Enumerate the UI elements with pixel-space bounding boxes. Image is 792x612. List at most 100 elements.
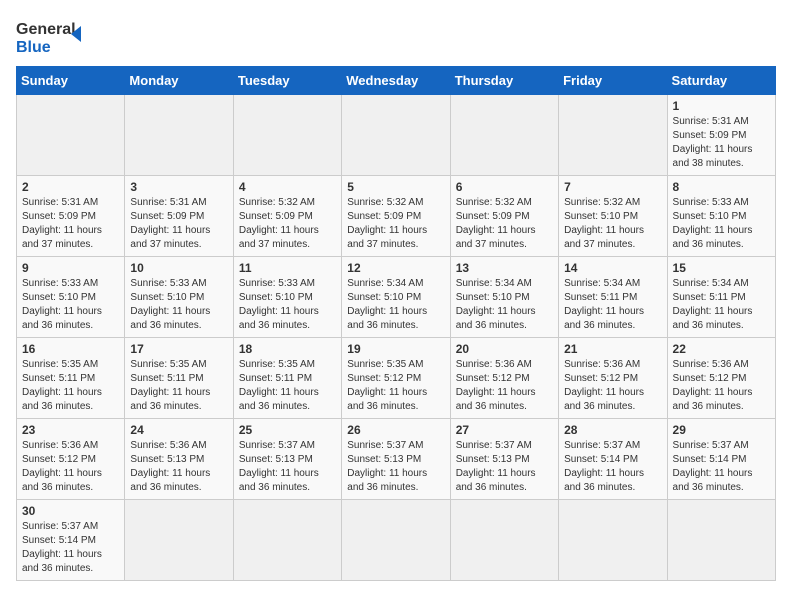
- calendar-table: SundayMondayTuesdayWednesdayThursdayFrid…: [16, 66, 776, 581]
- calendar-day-23: 23 Sunrise: 5:36 AM Sunset: 5:12 PM Dayli…: [17, 419, 125, 500]
- day-number: 4: [239, 180, 336, 194]
- weekday-header-row: SundayMondayTuesdayWednesdayThursdayFrid…: [17, 67, 776, 95]
- weekday-header-tuesday: Tuesday: [233, 67, 341, 95]
- calendar-day-5: 5Sunrise: 5:32 AM Sunset: 5:09 PM Daylig…: [342, 176, 450, 257]
- calendar-week-row: 9 Sunrise: 5:33 AM Sunset: 5:10 PM Daylig…: [17, 257, 776, 338]
- calendar-day-empty: [342, 95, 450, 176]
- day-number: 24: [130, 423, 227, 437]
- calendar-day-29: 29 Sunrise: 5:37 AM Sunset: 5:14 PM Dayli…: [667, 419, 775, 500]
- day-number: 12: [347, 261, 444, 275]
- calendar-day-empty: [125, 500, 233, 581]
- calendar-day-6: 6 Sunrise: 5:32 AM Sunset: 5:09 PM Daylig…: [450, 176, 558, 257]
- weekday-header-friday: Friday: [559, 67, 667, 95]
- calendar-day-26: 26 Sunrise: 5:37 AM Sunset: 5:13 PM Dayli…: [342, 419, 450, 500]
- day-number: 9: [22, 261, 119, 275]
- day-number: 7: [564, 180, 661, 194]
- calendar-day-21: 21Sunrise: 5:36 AM Sunset: 5:12 PM Dayli…: [559, 338, 667, 419]
- calendar-day-empty: [667, 500, 775, 581]
- day-info: Sunrise: 5:34 AM Sunset: 5:11 PM Dayligh…: [564, 277, 661, 333]
- day-info: Sunrise: 5:35 AM Sunset: 5:11 PM Dayligh…: [22, 358, 119, 414]
- calendar-day-3: 3Sunrise: 5:31 AM Sunset: 5:09 PM Daylig…: [125, 176, 233, 257]
- calendar-week-row: 23 Sunrise: 5:36 AM Sunset: 5:12 PM Dayli…: [17, 419, 776, 500]
- day-info: Sunrise: 5:35 AM Sunset: 5:11 PM Dayligh…: [239, 358, 336, 414]
- day-info: Sunrise: 5:35 AM Sunset: 5:11 PM Dayligh…: [130, 358, 227, 414]
- calendar-week-row: 30 Sunrise: 5:37 AM Sunset: 5:14 PM Dayli…: [17, 500, 776, 581]
- calendar-day-11: 11Sunrise: 5:33 AM Sunset: 5:10 PM Dayli…: [233, 257, 341, 338]
- calendar-day-30: 30 Sunrise: 5:37 AM Sunset: 5:14 PM Dayli…: [17, 500, 125, 581]
- day-number: 10: [130, 261, 227, 275]
- calendar-day-14: 14Sunrise: 5:34 AM Sunset: 5:11 PM Dayli…: [559, 257, 667, 338]
- calendar-day-25: 25 Sunrise: 5:37 AM Sunset: 5:13 PM Dayli…: [233, 419, 341, 500]
- day-info: Sunrise: 5:31 AM Sunset: 5:09 PM Dayligh…: [22, 196, 119, 252]
- day-number: 6: [456, 180, 553, 194]
- day-info: Sunrise: 5:37 AM Sunset: 5:13 PM Dayligh…: [456, 439, 553, 495]
- calendar-day-7: 7 Sunrise: 5:32 AM Sunset: 5:10 PM Daylig…: [559, 176, 667, 257]
- day-info: Sunrise: 5:32 AM Sunset: 5:10 PM Dayligh…: [564, 196, 661, 252]
- calendar-day-12: 12Sunrise: 5:34 AM Sunset: 5:10 PM Dayli…: [342, 257, 450, 338]
- day-number: 26: [347, 423, 444, 437]
- day-info: Sunrise: 5:37 AM Sunset: 5:13 PM Dayligh…: [239, 439, 336, 495]
- day-info: Sunrise: 5:36 AM Sunset: 5:12 PM Dayligh…: [456, 358, 553, 414]
- weekday-header-wednesday: Wednesday: [342, 67, 450, 95]
- calendar-day-8: 8 Sunrise: 5:33 AM Sunset: 5:10 PM Daylig…: [667, 176, 775, 257]
- calendar-day-empty: [233, 500, 341, 581]
- weekday-header-monday: Monday: [125, 67, 233, 95]
- calendar-day-empty: [559, 500, 667, 581]
- calendar-day-empty: [233, 95, 341, 176]
- day-number: 13: [456, 261, 553, 275]
- day-number: 27: [456, 423, 553, 437]
- svg-text:General: General: [16, 21, 76, 38]
- day-number: 22: [673, 342, 770, 356]
- day-info: Sunrise: 5:31 AM Sunset: 5:09 PM Dayligh…: [673, 115, 770, 171]
- weekday-header-saturday: Saturday: [667, 67, 775, 95]
- day-number: 23: [22, 423, 119, 437]
- calendar-day-17: 17 Sunrise: 5:35 AM Sunset: 5:11 PM Dayli…: [125, 338, 233, 419]
- day-info: Sunrise: 5:37 AM Sunset: 5:14 PM Dayligh…: [673, 439, 770, 495]
- day-number: 8: [673, 180, 770, 194]
- calendar-day-13: 13 Sunrise: 5:34 AM Sunset: 5:10 PM Dayli…: [450, 257, 558, 338]
- day-number: 15: [673, 261, 770, 275]
- logo: GeneralBlue: [16, 16, 86, 56]
- day-number: 19: [347, 342, 444, 356]
- calendar-day-27: 27 Sunrise: 5:37 AM Sunset: 5:13 PM Dayli…: [450, 419, 558, 500]
- calendar-day-empty: [17, 95, 125, 176]
- calendar-day-19: 19Sunrise: 5:35 AM Sunset: 5:12 PM Dayli…: [342, 338, 450, 419]
- svg-text:Blue: Blue: [16, 39, 51, 56]
- calendar-day-20: 20Sunrise: 5:36 AM Sunset: 5:12 PM Dayli…: [450, 338, 558, 419]
- day-number: 11: [239, 261, 336, 275]
- day-number: 18: [239, 342, 336, 356]
- day-info: Sunrise: 5:33 AM Sunset: 5:10 PM Dayligh…: [130, 277, 227, 333]
- day-number: 17: [130, 342, 227, 356]
- calendar-day-2: 2 Sunrise: 5:31 AM Sunset: 5:09 PM Daylig…: [17, 176, 125, 257]
- calendar-day-empty: [125, 95, 233, 176]
- day-info: Sunrise: 5:32 AM Sunset: 5:09 PM Dayligh…: [347, 196, 444, 252]
- day-number: 16: [22, 342, 119, 356]
- day-number: 25: [239, 423, 336, 437]
- day-number: 3: [130, 180, 227, 194]
- day-number: 28: [564, 423, 661, 437]
- day-info: Sunrise: 5:34 AM Sunset: 5:10 PM Dayligh…: [456, 277, 553, 333]
- day-number: 30: [22, 504, 119, 518]
- day-info: Sunrise: 5:36 AM Sunset: 5:12 PM Dayligh…: [22, 439, 119, 495]
- day-info: Sunrise: 5:33 AM Sunset: 5:10 PM Dayligh…: [22, 277, 119, 333]
- calendar-day-16: 16 Sunrise: 5:35 AM Sunset: 5:11 PM Dayli…: [17, 338, 125, 419]
- day-number: 2: [22, 180, 119, 194]
- header: GeneralBlue: [16, 16, 776, 56]
- day-info: Sunrise: 5:37 AM Sunset: 5:14 PM Dayligh…: [564, 439, 661, 495]
- calendar-day-15: 15 Sunrise: 5:34 AM Sunset: 5:11 PM Dayli…: [667, 257, 775, 338]
- calendar-day-empty: [559, 95, 667, 176]
- calendar-day-4: 4 Sunrise: 5:32 AM Sunset: 5:09 PM Daylig…: [233, 176, 341, 257]
- calendar-day-28: 28 Sunrise: 5:37 AM Sunset: 5:14 PM Dayli…: [559, 419, 667, 500]
- calendar-week-row: 1 Sunrise: 5:31 AM Sunset: 5:09 PM Daylig…: [17, 95, 776, 176]
- day-info: Sunrise: 5:37 AM Sunset: 5:14 PM Dayligh…: [22, 520, 119, 576]
- day-info: Sunrise: 5:32 AM Sunset: 5:09 PM Dayligh…: [456, 196, 553, 252]
- day-info: Sunrise: 5:34 AM Sunset: 5:11 PM Dayligh…: [673, 277, 770, 333]
- logo-icon: GeneralBlue: [16, 16, 86, 56]
- day-info: Sunrise: 5:32 AM Sunset: 5:09 PM Dayligh…: [239, 196, 336, 252]
- calendar-week-row: 16 Sunrise: 5:35 AM Sunset: 5:11 PM Dayli…: [17, 338, 776, 419]
- day-number: 1: [673, 99, 770, 113]
- day-info: Sunrise: 5:33 AM Sunset: 5:10 PM Dayligh…: [673, 196, 770, 252]
- day-info: Sunrise: 5:37 AM Sunset: 5:13 PM Dayligh…: [347, 439, 444, 495]
- day-number: 29: [673, 423, 770, 437]
- calendar-day-18: 18 Sunrise: 5:35 AM Sunset: 5:11 PM Dayli…: [233, 338, 341, 419]
